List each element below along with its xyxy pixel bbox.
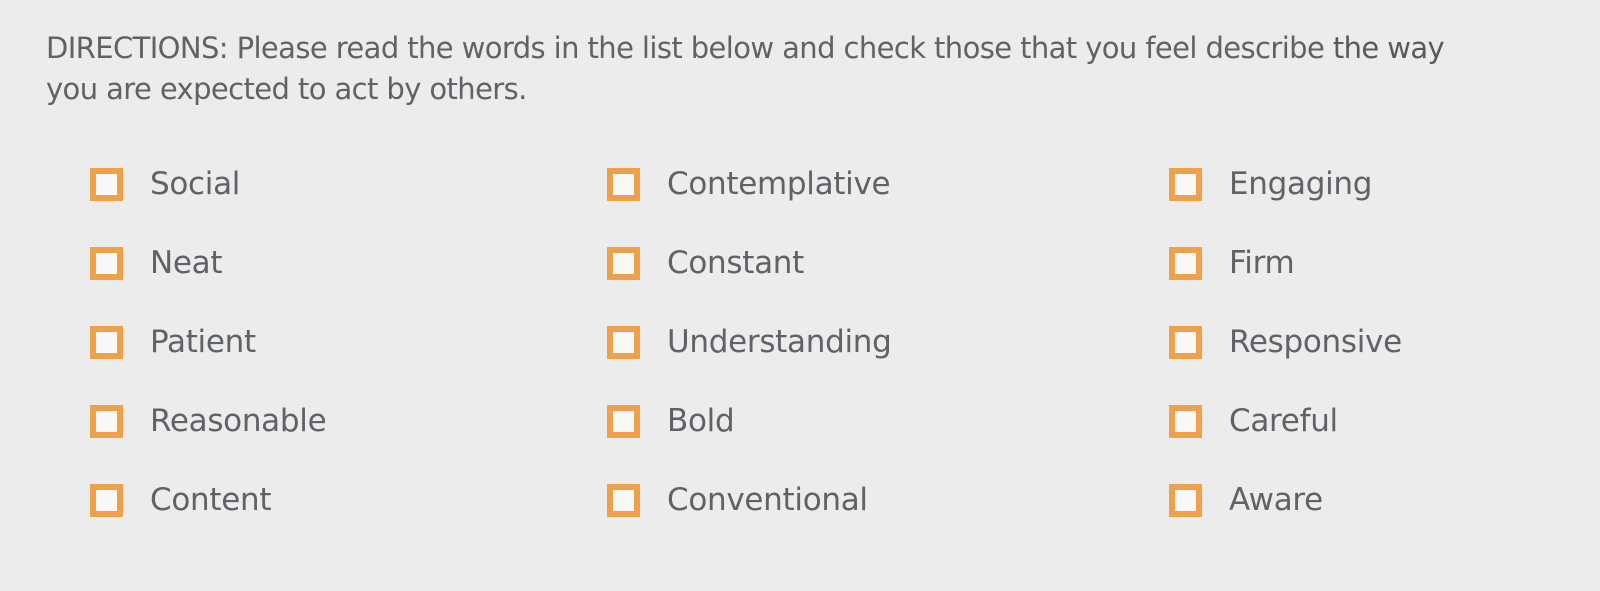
checkbox-conventional[interactable] bbox=[607, 483, 640, 517]
directions-line1: DIRECTIONS: Please read the words in the… bbox=[46, 31, 1333, 65]
directions-line2: you are expected to act by others. bbox=[46, 72, 527, 106]
directions-text: DIRECTIONS: Please read the words in the… bbox=[46, 28, 1600, 110]
checkbox-constant[interactable] bbox=[607, 246, 640, 280]
checkbox-item-neat[interactable]: Neat bbox=[90, 245, 223, 281]
checkbox-responsive[interactable] bbox=[1169, 325, 1202, 359]
checkbox-label: Reasonable bbox=[150, 403, 327, 439]
checkbox-neat[interactable] bbox=[90, 246, 123, 280]
checkbox-label: Firm bbox=[1229, 245, 1295, 281]
checkbox-bold[interactable] bbox=[607, 404, 640, 438]
checkbox-engaging[interactable] bbox=[1169, 167, 1202, 201]
checkbox-item-patient[interactable]: Patient bbox=[90, 324, 256, 360]
checkbox-label: Contemplative bbox=[667, 166, 891, 202]
checkbox-item-engaging[interactable]: Engaging bbox=[1169, 166, 1373, 202]
checkbox-label: Careful bbox=[1229, 403, 1338, 439]
checkbox-label: Neat bbox=[150, 245, 223, 281]
checkbox-contemplative[interactable] bbox=[607, 167, 640, 201]
checkbox-item-reasonable[interactable]: Reasonable bbox=[90, 403, 327, 439]
directions-emphasis: the way bbox=[1332, 31, 1445, 65]
checkbox-careful[interactable] bbox=[1169, 404, 1202, 438]
checkbox-patient[interactable] bbox=[90, 325, 123, 359]
checkbox-item-careful[interactable]: Careful bbox=[1169, 403, 1338, 439]
checkbox-label: Conventional bbox=[667, 482, 868, 518]
checkbox-label: Engaging bbox=[1229, 166, 1373, 202]
checkbox-label: Social bbox=[150, 166, 241, 202]
checkbox-item-bold[interactable]: Bold bbox=[607, 403, 735, 439]
checkbox-label: Aware bbox=[1229, 482, 1323, 518]
checkbox-social[interactable] bbox=[90, 167, 123, 201]
checkbox-item-aware[interactable]: Aware bbox=[1169, 482, 1323, 518]
checkbox-item-firm[interactable]: Firm bbox=[1169, 245, 1295, 281]
checkbox-item-responsive[interactable]: Responsive bbox=[1169, 324, 1402, 360]
checkbox-reasonable[interactable] bbox=[90, 404, 123, 438]
checkbox-label: Responsive bbox=[1229, 324, 1402, 360]
checkbox-item-constant[interactable]: Constant bbox=[607, 245, 804, 281]
checkbox-item-contemplative[interactable]: Contemplative bbox=[607, 166, 891, 202]
checkbox-label: Understanding bbox=[667, 324, 892, 360]
checkbox-label: Bold bbox=[667, 403, 735, 439]
checkbox-label: Content bbox=[150, 482, 272, 518]
checkbox-item-understanding[interactable]: Understanding bbox=[607, 324, 892, 360]
checkbox-label: Constant bbox=[667, 245, 804, 281]
checkbox-label: Patient bbox=[150, 324, 256, 360]
checkbox-aware[interactable] bbox=[1169, 483, 1202, 517]
checkbox-item-conventional[interactable]: Conventional bbox=[607, 482, 868, 518]
checkbox-firm[interactable] bbox=[1169, 246, 1202, 280]
checkbox-item-content[interactable]: Content bbox=[90, 482, 272, 518]
checkbox-item-social[interactable]: Social bbox=[90, 166, 241, 202]
checkbox-understanding[interactable] bbox=[607, 325, 640, 359]
checkbox-content[interactable] bbox=[90, 483, 123, 517]
